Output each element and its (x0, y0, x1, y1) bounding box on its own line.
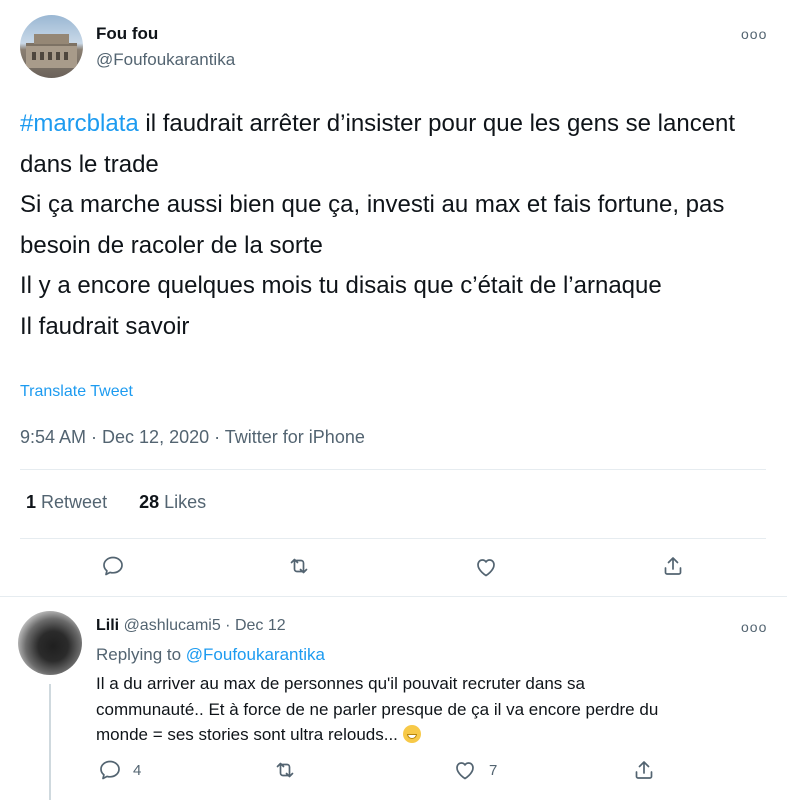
reply-header: Lili @ashlucami5 · Dec 12 (96, 617, 286, 635)
more-options-icon[interactable]: ooo (741, 26, 767, 42)
reply-like-button[interactable] (452, 757, 478, 783)
replying-to-link[interactable]: @Foufoukarantika (186, 645, 325, 664)
retweets-stat[interactable]: 1 Retweet (26, 492, 107, 512)
engagement-stats: 1 Retweet 28 Likes (26, 492, 206, 513)
reply-display-name[interactable]: Lili (96, 617, 119, 634)
divider (20, 538, 766, 539)
share-button[interactable] (660, 553, 686, 579)
likes-stat[interactable]: 28 Likes (139, 492, 206, 512)
reply-share-button[interactable] (631, 757, 657, 783)
reply-reply-button[interactable] (97, 757, 123, 783)
thread-line (49, 684, 51, 800)
reply-more-options-icon[interactable]: ooo (741, 619, 767, 635)
replying-prefix: Replying to (96, 645, 186, 664)
share-icon (664, 557, 682, 575)
retweet-button[interactable] (286, 553, 312, 579)
translate-tweet-link[interactable]: Translate Tweet (20, 383, 133, 401)
handle[interactable]: @Foufoukarantika (96, 50, 235, 70)
likes-label: Likes (164, 492, 207, 512)
reply-icon (103, 556, 123, 576)
avatar[interactable] (20, 15, 83, 78)
like-button[interactable] (473, 554, 499, 580)
divider (20, 469, 766, 470)
reply-text: Il a du arriver au max de personnes qu'i… (96, 671, 696, 748)
reply-retweet-button[interactable] (272, 757, 298, 783)
reply-body: Il a du arriver au max de personnes qu'i… (96, 674, 659, 744)
tweet-separator (0, 596, 787, 597)
heart-icon (456, 762, 474, 780)
retweet-icon (276, 762, 294, 778)
reply-like-count: 7 (489, 762, 498, 779)
retweet-icon (290, 558, 308, 574)
hashtag-link[interactable]: #marcblata (20, 110, 139, 137)
share-icon (635, 761, 653, 779)
like-count: 28 (139, 492, 160, 512)
display-name[interactable]: Fou fou (96, 24, 158, 44)
reply-icon (100, 760, 120, 780)
reply-handle-date[interactable]: @ashlucami5 · Dec 12 (124, 617, 286, 634)
retweet-count: 1 (26, 492, 37, 512)
retweet-label: Retweet (41, 492, 108, 512)
tweet-timestamp[interactable]: 9:54 AM · Dec 12, 2020 · Twitter for iPh… (20, 427, 365, 448)
tweet-body: il faudrait arrêter d’insister pour que … (20, 110, 736, 340)
reply-count: 4 (133, 762, 142, 779)
replying-to: Replying to @Foufoukarantika (96, 645, 325, 665)
tweet-text: #marcblata il faudrait arrêter d’insiste… (20, 104, 772, 347)
heart-icon (477, 559, 495, 577)
reply-avatar[interactable] (18, 611, 82, 675)
grinning-emoji-icon (402, 725, 421, 743)
reply-button[interactable] (100, 553, 126, 579)
avatar-image (26, 34, 77, 68)
